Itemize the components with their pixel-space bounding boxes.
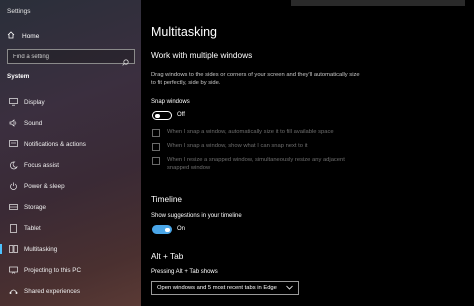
projector-icon [8, 265, 18, 275]
sidebar-item-label: Multitasking [24, 245, 58, 253]
title-bar-strip [291, 0, 465, 6]
windows-section-heading: Work with multiple windows [151, 50, 253, 60]
toggle-knob [155, 113, 160, 118]
snap-windows-state: Off [177, 112, 185, 118]
main-content: Multitasking Work with multiple windows … [141, 0, 474, 306]
chevron-down-icon [286, 285, 293, 292]
sidebar: Settings Home System Display Sound Notif… [0, 0, 141, 306]
moon-icon [8, 160, 18, 170]
timeline-suggestions-label: Show suggestions in your timeline [151, 213, 242, 219]
sidebar-item-shared-experiences[interactable]: Shared experiences [0, 284, 141, 298]
sidebar-item-tablet[interactable]: Tablet [0, 221, 141, 235]
sidebar-item-label: Display [24, 98, 45, 106]
alttab-selected-value: Open windows and 5 most recent tabs in E… [157, 285, 277, 291]
sidebar-home[interactable]: Home [7, 30, 39, 42]
checkbox-label: When I snap a window, show what I can sn… [167, 143, 308, 149]
home-icon [7, 31, 15, 41]
snap-option-fill-space[interactable]: When I snap a window, automatically size… [152, 129, 357, 137]
sidebar-item-projecting[interactable]: Projecting to this PC [0, 263, 141, 277]
sidebar-item-storage[interactable]: Storage [0, 200, 141, 214]
alttab-heading: Alt + Tab [151, 251, 184, 261]
sidebar-item-power-sleep[interactable]: Power & sleep [0, 179, 141, 193]
timeline-heading: Timeline [151, 194, 183, 204]
timeline-suggestions-state: On [177, 226, 186, 232]
speaker-icon [8, 118, 18, 128]
sidebar-item-label: Sound [24, 119, 43, 127]
sidebar-item-notifications[interactable]: Notifications & actions [0, 137, 141, 151]
power-icon [8, 181, 18, 191]
sidebar-item-label: Notifications & actions [24, 140, 86, 148]
sidebar-item-label: Storage [24, 203, 47, 211]
alttab-dropdown[interactable]: Open windows and 5 most recent tabs in E… [151, 281, 299, 295]
monitor-icon [8, 97, 18, 107]
checkbox[interactable] [152, 157, 160, 165]
checkbox[interactable] [152, 129, 160, 137]
snap-windows-label: Snap windows [151, 99, 190, 105]
search-icon[interactable] [122, 53, 129, 66]
sidebar-item-sound[interactable]: Sound [0, 116, 141, 130]
sidebar-section-title: System [7, 73, 30, 80]
checkbox-label: When I resize a snapped window, simultan… [167, 157, 345, 171]
multitasking-icon [8, 244, 18, 254]
storage-icon [8, 202, 18, 212]
sidebar-item-focus-assist[interactable]: Focus assist [0, 158, 141, 172]
shared-icon [8, 286, 18, 296]
sidebar-home-label: Home [22, 32, 40, 40]
toggle-knob [165, 227, 170, 232]
search-box[interactable] [7, 49, 135, 66]
snap-windows-toggle[interactable] [152, 111, 172, 120]
sidebar-item-label: Power & sleep [24, 182, 65, 190]
window-title: Settings [7, 8, 31, 15]
timeline-suggestions-toggle[interactable] [152, 225, 172, 234]
sidebar-item-multitasking[interactable]: Multitasking [0, 242, 141, 256]
page-title: Multitasking [151, 25, 217, 39]
active-indicator [0, 244, 2, 254]
sidebar-item-label: Focus assist [24, 161, 59, 169]
sidebar-item-label: Projecting to this PC [24, 266, 82, 274]
search-input[interactable] [13, 53, 113, 60]
alttab-label: Pressing Alt + Tab shows [151, 269, 218, 275]
sidebar-item-label: Shared experiences [24, 287, 81, 295]
snap-option-show-next[interactable]: When I snap a window, show what I can sn… [152, 143, 357, 151]
snap-option-resize-adjacent[interactable]: When I resize a snapped window, simultan… [152, 157, 357, 172]
sidebar-item-display[interactable]: Display [0, 95, 141, 109]
notification-icon [8, 139, 18, 149]
sidebar-item-label: Tablet [24, 224, 41, 232]
windows-section-description: Drag windows to the sides or corners of … [151, 72, 360, 86]
checkbox[interactable] [152, 143, 160, 151]
tablet-icon [8, 223, 18, 233]
checkbox-label: When I snap a window, automatically size… [167, 129, 334, 135]
